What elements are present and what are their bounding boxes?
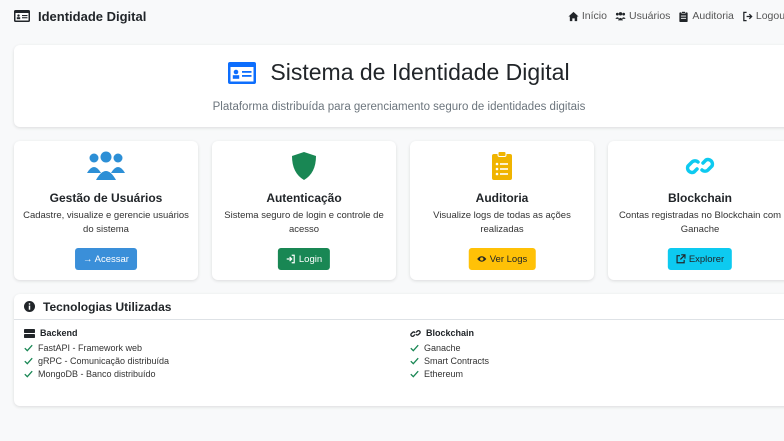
logout-icon — [743, 11, 753, 21]
acessar-button[interactable]: → Acessar — [75, 248, 137, 270]
backend-heading: Backend — [24, 328, 169, 338]
blockchain-heading: Blockchain — [410, 328, 489, 338]
brand-label: Identidade Digital — [38, 8, 147, 24]
list-item: Ethereum — [410, 367, 489, 380]
card-gestao-usuarios: Gestão de Usuários Cadastre, visualize e… — [14, 141, 198, 280]
card-description: Cadastre, visualize e gerencie usuários … — [23, 210, 189, 235]
list-item: FastAPI - Framework web — [24, 341, 169, 354]
server-icon — [24, 328, 35, 338]
card-title: Gestão de Usuários — [49, 191, 163, 205]
navbar: Identidade Digital Início Usuários Audit… — [0, 0, 784, 32]
explorer-button[interactable]: Explorer — [667, 248, 733, 270]
card-description: Sistema seguro de login e controle de ac… — [224, 210, 384, 235]
check-icon — [410, 357, 419, 365]
check-icon — [24, 370, 33, 378]
nav-link-logout[interactable]: Logout — [742, 10, 784, 22]
id-card-icon — [14, 10, 30, 22]
check-icon — [410, 344, 419, 352]
blockchain-list: Blockchain Ganache Smart Contracts Ether… — [410, 328, 489, 380]
login-button[interactable]: Login — [277, 248, 331, 270]
card-title: Blockchain — [667, 191, 733, 205]
check-icon — [410, 370, 419, 378]
card-blockchain: Blockchain Contas registradas no Blockch… — [608, 141, 784, 280]
clipboard-list-icon — [492, 151, 512, 180]
button-label: → Acessar — [83, 253, 129, 265]
button-label: Login — [298, 253, 323, 265]
button-label: Ver Logs — [489, 253, 528, 265]
button-label: Explorer — [688, 253, 725, 265]
backend-list: Backend FastAPI - Framework web gRPC - C… — [24, 328, 169, 380]
list-item: Smart Contracts — [410, 354, 489, 367]
ver-logs-button[interactable]: Ver Logs — [468, 248, 536, 270]
nav-link-label: Logout — [755, 10, 784, 22]
link-icon — [410, 329, 421, 337]
login-icon — [286, 254, 295, 264]
nav-link-label: Usuários — [628, 10, 671, 22]
users-icon — [615, 11, 626, 20]
tech-header: Tecnologias Utilizadas — [14, 294, 784, 320]
nav-link-auditoria[interactable]: Auditoria — [678, 10, 734, 22]
card-title: Autenticação — [266, 191, 342, 205]
card-description: Visualize logs de todas as ações realiza… — [433, 210, 571, 235]
id-card-icon — [228, 61, 257, 84]
tech-section: Tecnologias Utilizadas Backend FastAPI -… — [14, 294, 784, 406]
home-icon — [568, 11, 579, 21]
clipboard-icon — [679, 10, 689, 22]
check-icon — [24, 357, 33, 365]
nav-link-label: Início — [581, 10, 607, 22]
eye-icon — [477, 256, 487, 262]
shield-icon — [292, 152, 316, 180]
navbar-brand[interactable]: Identidade Digital — [14, 9, 146, 24]
card-auditoria: Auditoria Visualize logs de todas as açõ… — [410, 141, 594, 280]
backend-title: Backend — [40, 328, 78, 338]
tech-title: Tecnologias Utilizadas — [43, 299, 172, 314]
card-autenticacao: Autenticação Sistema seguro de login e c… — [212, 141, 396, 280]
list-item: gRPC - Comunicação distribuída — [24, 354, 169, 367]
list-item: Ganache — [410, 341, 489, 354]
nav-link-inicio[interactable]: Início — [568, 10, 607, 22]
list-item: MongoDB - Banco distribuído — [24, 367, 169, 380]
nav-link-label: Auditoria — [692, 10, 734, 22]
link-icon — [685, 157, 715, 175]
hero-subtitle: Plataforma distribuída para gerenciament… — [212, 101, 586, 113]
page-title: Sistema de Identidade Digital — [14, 59, 784, 86]
check-icon — [24, 344, 33, 352]
external-link-icon — [676, 254, 686, 264]
info-circle-icon — [24, 301, 35, 312]
hero-section: Sistema de Identidade Digital Plataforma… — [14, 45, 784, 127]
hero-title-text: Sistema de Identidade Digital — [270, 59, 570, 85]
nav-links: Início Usuários Auditoria Logout — [568, 0, 784, 32]
users-icon — [87, 151, 125, 180]
card-description: Contas registradas no Blockchain com Gan… — [618, 210, 782, 235]
blockchain-title: Blockchain — [426, 328, 475, 338]
nav-link-usuarios[interactable]: Usuários — [615, 10, 670, 22]
card-title: Auditoria — [475, 191, 529, 205]
